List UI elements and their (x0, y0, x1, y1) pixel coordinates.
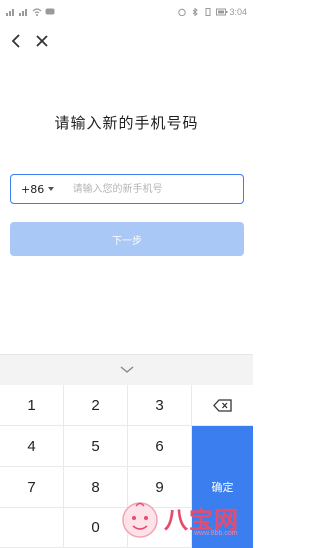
status-time: 3:04 (229, 7, 247, 17)
vibrate-icon (203, 8, 213, 16)
cell-signal-icon (6, 8, 16, 16)
key-7[interactable]: 7 (0, 467, 64, 508)
backspace-icon (212, 398, 232, 412)
watermark: 八宝网 www.8bb.com (120, 492, 250, 547)
back-chevron-icon[interactable] (8, 33, 24, 49)
collapse-keyboard-button[interactable] (0, 355, 253, 385)
wifi-icon (32, 8, 42, 16)
status-right: 3:04 (177, 7, 247, 17)
chevron-down-icon (48, 187, 55, 191)
alarm-icon (177, 8, 187, 16)
key-1[interactable]: 1 (0, 385, 64, 426)
battery-icon (216, 8, 228, 16)
phone-field: +86 (10, 174, 244, 204)
top-nav (0, 28, 253, 54)
key-6[interactable]: 6 (128, 426, 192, 467)
next-button[interactable]: 下一步 (10, 222, 244, 256)
chevron-down-icon (120, 366, 133, 373)
watermark-baby-logo-icon (122, 502, 158, 538)
close-icon[interactable] (34, 33, 50, 49)
bluetooth-icon (190, 8, 200, 16)
key-3[interactable]: 3 (128, 385, 192, 426)
cell-signal-icon-2 (19, 8, 29, 16)
country-code-label: +86 (21, 182, 45, 196)
message-icon (45, 8, 55, 16)
watermark-site: www.8bb.com (194, 530, 238, 537)
key-4[interactable]: 4 (0, 426, 64, 467)
key-5[interactable]: 5 (64, 426, 128, 467)
country-code-selector[interactable]: +86 (11, 183, 69, 196)
page-title: 请输入新的手机号码 (54, 114, 199, 132)
delete-key[interactable] (192, 385, 253, 426)
key-empty-left (0, 508, 64, 548)
key-8[interactable]: 8 (64, 467, 128, 508)
status-bar: 3:04 (0, 0, 253, 24)
status-left (6, 8, 55, 16)
key-2[interactable]: 2 (64, 385, 128, 426)
phone-input[interactable] (68, 182, 243, 196)
key-0[interactable]: 0 (64, 508, 128, 548)
